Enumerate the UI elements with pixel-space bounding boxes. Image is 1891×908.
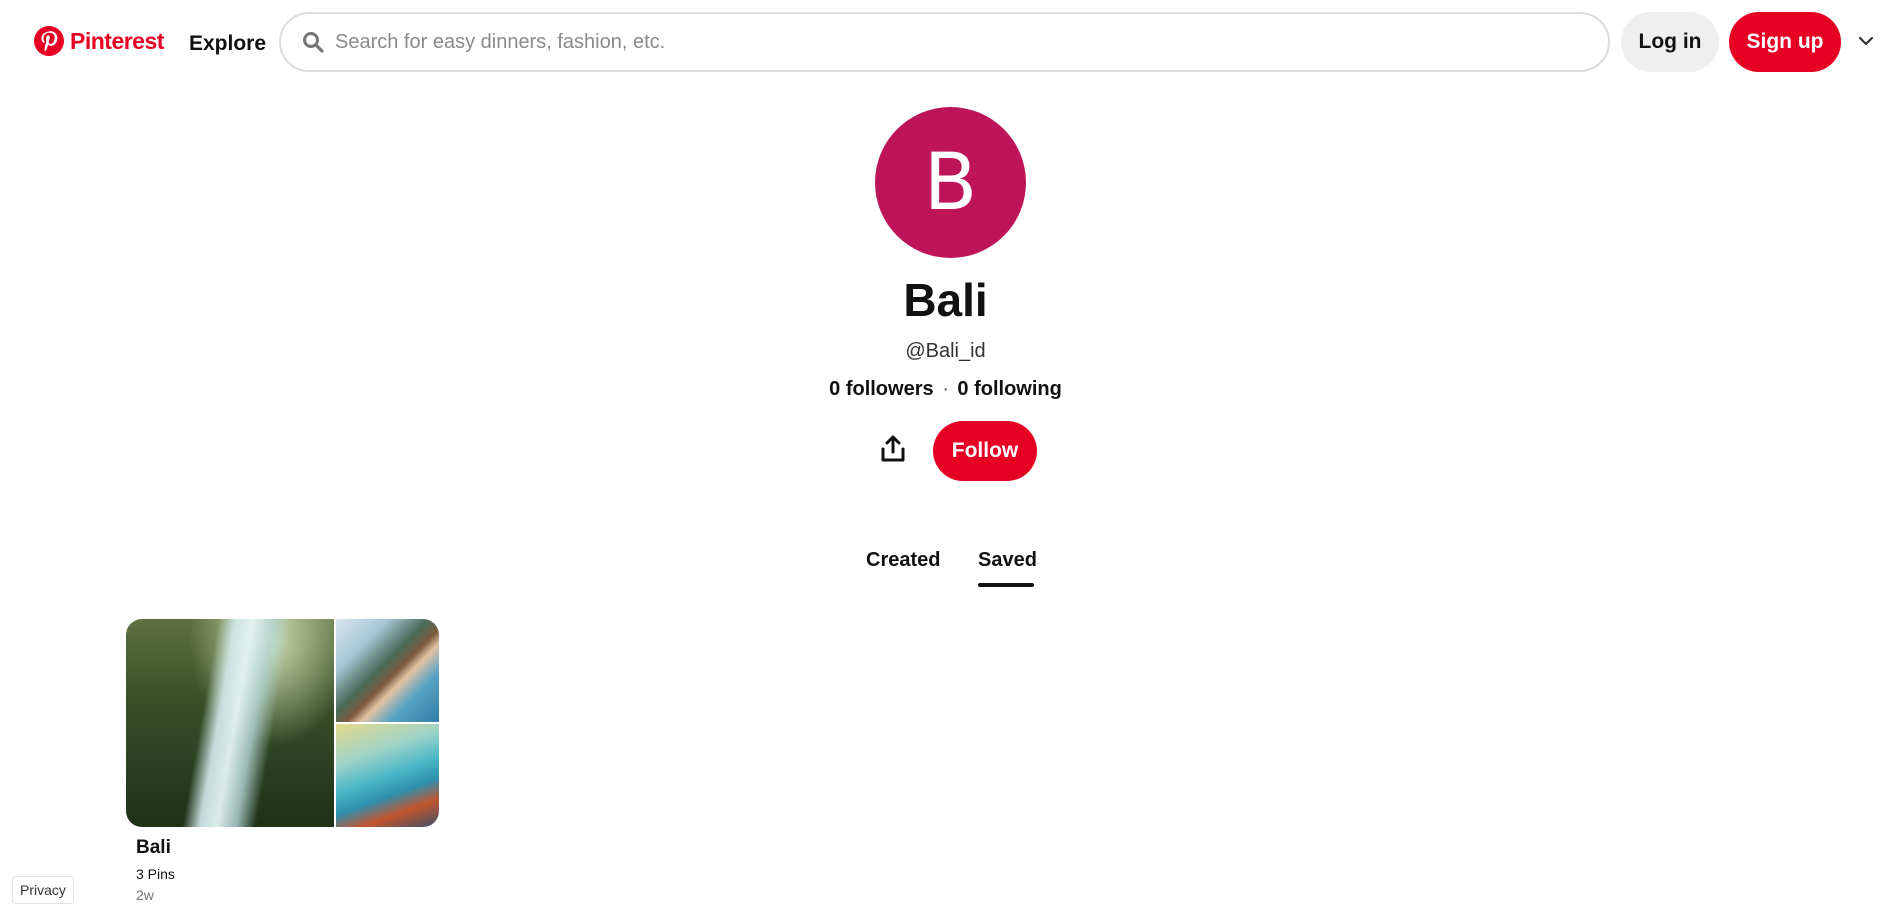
- privacy-link[interactable]: Privacy: [12, 876, 74, 904]
- board-title[interactable]: Bali: [136, 837, 171, 859]
- profile-name: Bali: [903, 274, 988, 326]
- avatar: B: [875, 107, 1026, 258]
- follow-stats: 0 followers · 0 following: [0, 378, 1891, 401]
- tab-saved[interactable]: Saved: [978, 549, 1037, 572]
- following-count[interactable]: 0 following: [957, 378, 1061, 400]
- login-button[interactable]: Log in: [1621, 12, 1719, 72]
- board-cover-top-image: [336, 619, 439, 722]
- share-icon: [881, 435, 905, 462]
- signup-button[interactable]: Sign up: [1729, 12, 1841, 72]
- share-button[interactable]: [876, 432, 910, 466]
- board-cover[interactable]: [126, 619, 439, 827]
- search-icon: [303, 32, 324, 53]
- chevron-down-icon[interactable]: [1857, 32, 1875, 50]
- search-bar[interactable]: [279, 12, 1610, 72]
- active-tab-indicator: [978, 583, 1034, 587]
- board-age: 2w: [136, 887, 154, 903]
- board-cover-bottom-image: [336, 724, 439, 827]
- pinterest-logo[interactable]: Pinterest: [34, 26, 164, 56]
- avatar-letter: B: [923, 137, 978, 228]
- top-navigation: Pinterest Explore Log in Sign up: [0, 0, 1891, 87]
- pinterest-logo-icon: [34, 26, 64, 56]
- profile-handle: @Bali_id: [905, 340, 986, 362]
- stats-separator: ·: [942, 378, 949, 400]
- followers-count[interactable]: 0 followers: [829, 378, 933, 400]
- follow-button[interactable]: Follow: [933, 421, 1037, 481]
- explore-link[interactable]: Explore: [189, 32, 266, 56]
- search-input[interactable]: [335, 30, 1535, 54]
- board-cover-main-image: [126, 619, 334, 827]
- pinterest-logo-text: Pinterest: [70, 27, 164, 54]
- tab-created[interactable]: Created: [866, 549, 940, 572]
- board-pin-count: 3 Pins: [136, 866, 175, 882]
